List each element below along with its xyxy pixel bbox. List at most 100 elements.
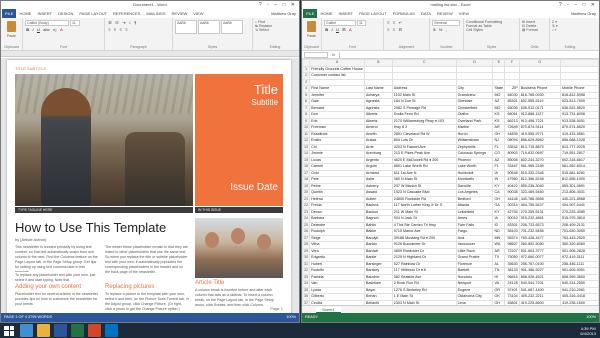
tab-view[interactable]: VIEW xyxy=(456,11,472,16)
font-name-box[interactable]: Calibri xyxy=(324,20,356,26)
tab-view[interactable]: VIEW xyxy=(190,11,206,16)
cell-styles-button[interactable]: Cell Styles xyxy=(466,28,517,32)
font-color-icon[interactable]: A xyxy=(60,27,63,32)
zoom-level[interactable]: 100% xyxy=(286,313,296,322)
window-controls[interactable]: ? ▫ – □ ✕ xyxy=(559,1,597,9)
align-left-icon[interactable]: ≡ xyxy=(387,27,389,32)
cell[interactable]: 97401 xyxy=(504,286,520,294)
underline-icon[interactable]: U xyxy=(336,27,339,32)
cell[interactable]: 96815 xyxy=(504,273,520,281)
tab-references[interactable]: REFERENCES xyxy=(110,11,143,16)
cell[interactable]: Friendly Grounds Coffee House xyxy=(309,65,365,73)
clock[interactable]: 4:39 PM 6/4/2013 xyxy=(580,326,600,336)
tab-file[interactable]: FILE xyxy=(303,9,318,18)
bullets-icon[interactable]: ☰ xyxy=(108,20,112,25)
cell[interactable]: 83301 xyxy=(504,221,520,229)
cell[interactable]: 08094 xyxy=(504,137,520,145)
sidebar-article-title[interactable]: Article Title xyxy=(195,280,224,286)
wrap-text-icon[interactable]: ↵ xyxy=(399,20,402,25)
merge-icon[interactable]: ⊟ xyxy=(399,27,402,32)
powerpoint-taskbar-icon[interactable] xyxy=(88,324,101,337)
cell[interactable]: 66213 xyxy=(504,117,520,125)
article-author[interactable]: by [Article Author] xyxy=(15,237,46,242)
tab-file[interactable]: FILE xyxy=(2,9,17,18)
tab-design[interactable]: DESIGN xyxy=(55,11,76,16)
cell[interactable]: 73104 xyxy=(504,293,520,301)
cell[interactable]: 64030 xyxy=(504,91,520,99)
italic-icon[interactable]: I xyxy=(32,27,33,32)
body-paragraph[interactable]: This newsletter is created primarily by … xyxy=(15,245,99,272)
name-box[interactable] xyxy=(304,51,328,58)
tab-insert[interactable]: INSERT xyxy=(34,11,55,16)
document-page[interactable]: TITLE SUBTITLE Title Subtitle Issue Date… xyxy=(7,60,291,317)
issue-date[interactable]: Issue Date xyxy=(230,182,278,193)
subheading-add-content[interactable]: Adding your own content xyxy=(15,284,81,290)
body-paragraph[interactable]: To replace a picture in the template wit… xyxy=(105,292,189,312)
align-right-icon[interactable]: ≡ xyxy=(120,27,122,32)
cell[interactable]: 80903 xyxy=(504,150,520,158)
body-paragraph[interactable]: To replace any placeholder text with you… xyxy=(15,273,99,283)
cell[interactable]: 44146 xyxy=(504,195,520,203)
subheading-replacing-pictures[interactable]: Replacing pictures xyxy=(105,284,154,290)
tab-home[interactable]: HOME xyxy=(317,11,335,16)
zoom-level[interactable]: 100% xyxy=(586,313,596,322)
user-name[interactable]: Matthew Gray xyxy=(568,11,599,16)
user-name[interactable]: Matthew Gray xyxy=(268,11,299,16)
align-top-icon[interactable]: ≡ xyxy=(387,20,389,25)
tab-insert[interactable]: INSERT xyxy=(335,11,356,16)
bold-icon[interactable]: B xyxy=(325,27,328,32)
outlook-taskbar-icon[interactable] xyxy=(105,324,118,337)
formula-input[interactable] xyxy=(339,51,599,58)
subscript-icon[interactable]: x₂ xyxy=(53,27,57,32)
newsletter-title[interactable]: Title xyxy=(254,82,278,97)
tab-review[interactable]: REVIEW xyxy=(169,11,191,16)
style-title[interactable]: AaBb xyxy=(221,20,243,34)
tab-home[interactable]: HOME xyxy=(16,11,34,16)
page-word-count[interactable]: PAGE 1 OF 4 3795 WORDS xyxy=(4,313,52,322)
word-taskbar-icon[interactable] xyxy=(54,324,67,337)
cell[interactable]: 58103 xyxy=(504,228,520,236)
cell[interactable]: 90038 xyxy=(504,189,520,197)
format-cells-button[interactable]: ▤ Format xyxy=(522,28,547,32)
paste-icon[interactable] xyxy=(307,21,316,32)
start-icon[interactable] xyxy=(4,325,14,336)
underline-icon[interactable]: U xyxy=(37,27,40,32)
tagline-bar[interactable]: TYPE TAGLINE HERE xyxy=(15,207,193,213)
tab-review[interactable]: REVIEW xyxy=(434,11,456,16)
file-explorer-icon[interactable] xyxy=(37,324,50,337)
font-name-box[interactable]: Calibri (Body) xyxy=(25,20,69,26)
article-heading[interactable]: How to Use This Template xyxy=(15,220,166,235)
cell[interactable]: 75050 xyxy=(504,254,520,262)
comma-icon[interactable]: , xyxy=(446,27,447,32)
align-left-icon[interactable]: ≡ xyxy=(108,27,110,32)
tab-data[interactable]: DATA xyxy=(418,11,434,16)
cell[interactable]: 85301 xyxy=(504,98,520,106)
tab-mailings[interactable]: MAILINGS xyxy=(143,11,168,16)
cell[interactable]: 44839 xyxy=(504,130,520,138)
cell[interactable]: 38133 xyxy=(504,267,520,275)
in-this-issue-bar[interactable]: IN THIS ISSUE xyxy=(195,207,283,213)
font-color-icon[interactable]: A xyxy=(349,27,352,32)
newsletter-subtitle[interactable]: Subtitle xyxy=(251,98,278,107)
paste-icon[interactable] xyxy=(7,21,16,32)
percent-icon[interactable]: % xyxy=(439,27,443,32)
fx-icon[interactable]: fx xyxy=(332,52,335,57)
sidebar-photo[interactable] xyxy=(195,218,283,278)
cell[interactable]: 72649 xyxy=(504,124,520,132)
font-size-box[interactable]: 11 xyxy=(70,20,80,26)
pilcrow-icon[interactable]: ¶ xyxy=(134,20,136,25)
italic-icon[interactable]: I xyxy=(331,27,332,32)
cell[interactable]: 72207 xyxy=(504,247,520,255)
tab-page-layout[interactable]: PAGE LAYOUT xyxy=(76,11,110,16)
cell[interactable]: 47960 xyxy=(504,176,520,184)
cell[interactable]: 42754 xyxy=(504,208,520,216)
number-format-box[interactable]: General xyxy=(432,20,460,26)
cell[interactable]: State xyxy=(492,85,506,93)
body-paragraph[interactable]: The newer these placeholder remain is th… xyxy=(105,245,189,280)
align-middle-icon[interactable]: ≡ xyxy=(393,20,395,25)
strikethrough-icon[interactable]: abc xyxy=(43,27,49,32)
cell[interactable]: 33467 xyxy=(504,163,520,171)
numbering-icon[interactable]: ☷ xyxy=(115,20,119,25)
find-select-button[interactable]: ⌕ ▾ xyxy=(552,28,588,32)
font-size-box[interactable]: 11 xyxy=(357,20,366,26)
